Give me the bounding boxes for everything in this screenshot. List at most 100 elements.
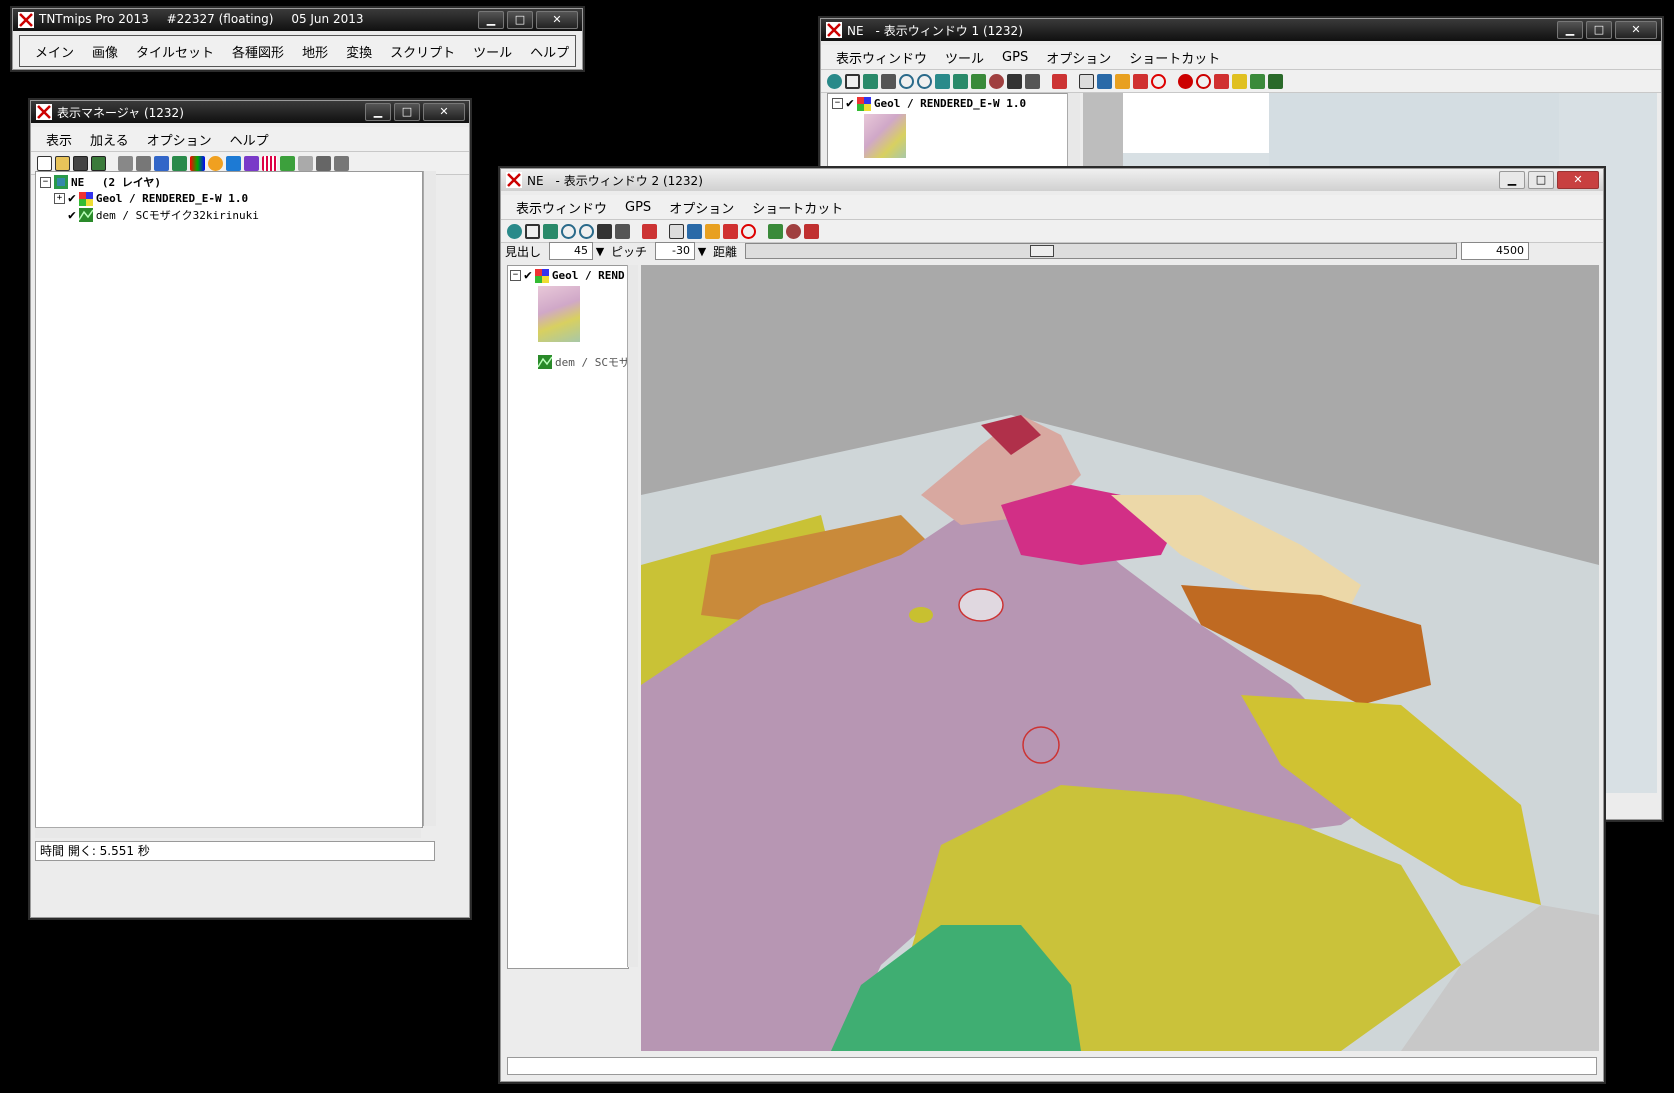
rotate-icon[interactable]	[971, 73, 986, 89]
view2-3d-canvas[interactable]	[641, 265, 1599, 1051]
menu-terrain[interactable]: 地形	[293, 42, 337, 61]
vector-icon[interactable]	[136, 155, 151, 171]
redraw-icon[interactable]	[827, 73, 842, 89]
table-icon[interactable]	[316, 155, 331, 171]
maximize-button[interactable]: □	[507, 11, 533, 29]
menu-shortcut[interactable]: ショートカット	[1120, 48, 1229, 67]
distance-slider[interactable]	[745, 243, 1457, 259]
menu-tools[interactable]: ツール	[464, 42, 521, 61]
menu-gps[interactable]: GPS	[616, 200, 660, 215]
menu-add[interactable]: 加える	[81, 130, 138, 149]
distance-slider-thumb[interactable]	[1030, 245, 1054, 257]
back-icon[interactable]	[1052, 73, 1067, 89]
display-manager-titlebar[interactable]: 表示マネージャ (1232) ▁ □ ✕	[31, 101, 469, 123]
tree-icon[interactable]	[768, 223, 783, 239]
menu-script[interactable]: スクリプト	[381, 42, 464, 61]
zoom-in-icon[interactable]	[899, 73, 914, 89]
minimize-button[interactable]: ▁	[1557, 21, 1583, 39]
collapse-icon[interactable]: −	[510, 270, 521, 281]
new-icon[interactable]	[37, 155, 52, 171]
close-button[interactable]: ✕	[1557, 171, 1599, 189]
pitch-dropdown-icon[interactable]: ▼	[695, 245, 709, 258]
zoom-in-icon[interactable]	[561, 223, 576, 239]
close-button[interactable]: ✕	[1615, 21, 1657, 39]
binoculars-icon[interactable]	[597, 223, 612, 239]
tree-layer-row[interactable]: ✔ dem / SCモザイク32kirinuki	[68, 207, 259, 223]
stop-icon[interactable]	[741, 223, 756, 239]
view2-tree-scrollbar[interactable]	[627, 265, 638, 967]
heading-dropdown-icon[interactable]: ▼	[593, 245, 607, 258]
prev-icon[interactable]	[705, 223, 720, 239]
minimize-button[interactable]: ▁	[478, 11, 504, 29]
gps-icon[interactable]	[1178, 73, 1193, 89]
close-button[interactable]: ✕	[536, 11, 578, 29]
menu-view-window[interactable]: 表示ウィンドウ	[507, 198, 616, 217]
tree-layer-row[interactable]: − ✔ Geol / RENDERED_E-W 1.0	[832, 96, 1026, 111]
zoom-full-icon[interactable]	[525, 223, 540, 239]
maximize-button[interactable]: □	[1586, 21, 1612, 39]
menu-view[interactable]: 表示	[37, 130, 81, 149]
open-icon[interactable]	[55, 155, 70, 171]
menu-options[interactable]: オプション	[1037, 48, 1120, 67]
menu-help[interactable]: ヘルプ	[521, 42, 578, 61]
globe-icon[interactable]	[786, 223, 801, 239]
maximize-button[interactable]: □	[394, 103, 420, 121]
pan-icon[interactable]	[863, 73, 878, 89]
menu-help[interactable]: ヘルプ	[221, 130, 278, 149]
pan-icon[interactable]	[543, 223, 558, 239]
zoom-out-icon[interactable]	[917, 73, 932, 89]
tree-vertical-scrollbar[interactable]	[423, 171, 436, 826]
cad-icon[interactable]	[172, 155, 187, 171]
maximize-button[interactable]: □	[1528, 171, 1554, 189]
checkmark-icon[interactable]: ✔	[68, 208, 76, 223]
tin-icon[interactable]	[226, 155, 241, 171]
next-icon[interactable]	[723, 223, 738, 239]
menu-tools[interactable]: ツール	[936, 48, 993, 67]
find-icon[interactable]	[1196, 73, 1211, 89]
select-icon[interactable]	[1079, 73, 1094, 89]
save-icon[interactable]	[73, 155, 88, 171]
camera-icon[interactable]	[1025, 73, 1040, 89]
edit-icon[interactable]	[1250, 73, 1265, 89]
terrain-icon[interactable]	[280, 155, 295, 171]
back-icon[interactable]	[642, 223, 657, 239]
pencil-icon[interactable]	[1232, 73, 1247, 89]
camera-icon[interactable]	[615, 223, 630, 239]
region-icon[interactable]	[244, 155, 259, 171]
save-as-icon[interactable]	[91, 155, 106, 171]
collapse-icon[interactable]: −	[832, 98, 843, 109]
zoom-full-icon[interactable]	[845, 73, 860, 89]
main-window-titlebar[interactable]: TNTmips Pro 2013 #22327 (floating) 05 Ju…	[13, 9, 582, 31]
tree-layer-row[interactable]: − ✔ Geol / REND	[510, 268, 625, 283]
shape-icon[interactable]	[208, 155, 223, 171]
checkmark-icon[interactable]: ✔	[68, 191, 76, 206]
zoom-box-icon[interactable]	[935, 73, 950, 89]
view2-titlebar[interactable]: NE - 表示ウィンドウ 2 (1232) ▁ □ ✕	[501, 169, 1603, 191]
distance-field[interactable]: 4500	[1461, 242, 1529, 260]
select-icon[interactable]	[669, 223, 684, 239]
collapse-icon[interactable]: −	[40, 176, 51, 188]
menu-image[interactable]: 画像	[83, 42, 127, 61]
tree-layer-row[interactable]: + ✔ Geol / RENDERED_E-W 1.0	[54, 191, 248, 206]
raster-icon[interactable]	[118, 155, 133, 171]
binoculars-icon[interactable]	[1007, 73, 1022, 89]
menu-geometry[interactable]: 各種図形	[223, 42, 293, 61]
heading-field[interactable]: 45	[549, 242, 593, 260]
menu-gps[interactable]: GPS	[993, 50, 1037, 65]
ruler-icon[interactable]	[298, 155, 313, 171]
scale-icon[interactable]	[953, 73, 968, 89]
expand-icon[interactable]: +	[54, 193, 65, 204]
measure-icon[interactable]	[687, 223, 702, 239]
view1-titlebar[interactable]: NE - 表示ウィンドウ 1 (1232) ▁ □ ✕	[821, 19, 1661, 41]
prev-icon[interactable]	[1115, 73, 1130, 89]
list-icon[interactable]	[334, 155, 349, 171]
add-layer-icon[interactable]	[154, 155, 169, 171]
minimize-button[interactable]: ▁	[1499, 171, 1525, 189]
menu-convert[interactable]: 変換	[337, 42, 381, 61]
stop-icon[interactable]	[1151, 73, 1166, 89]
checkmark-icon[interactable]: ✔	[846, 96, 854, 111]
grid-icon[interactable]	[262, 155, 277, 171]
redraw-icon[interactable]	[507, 223, 522, 239]
person-icon[interactable]	[804, 223, 819, 239]
menu-options[interactable]: オプション	[138, 130, 221, 149]
